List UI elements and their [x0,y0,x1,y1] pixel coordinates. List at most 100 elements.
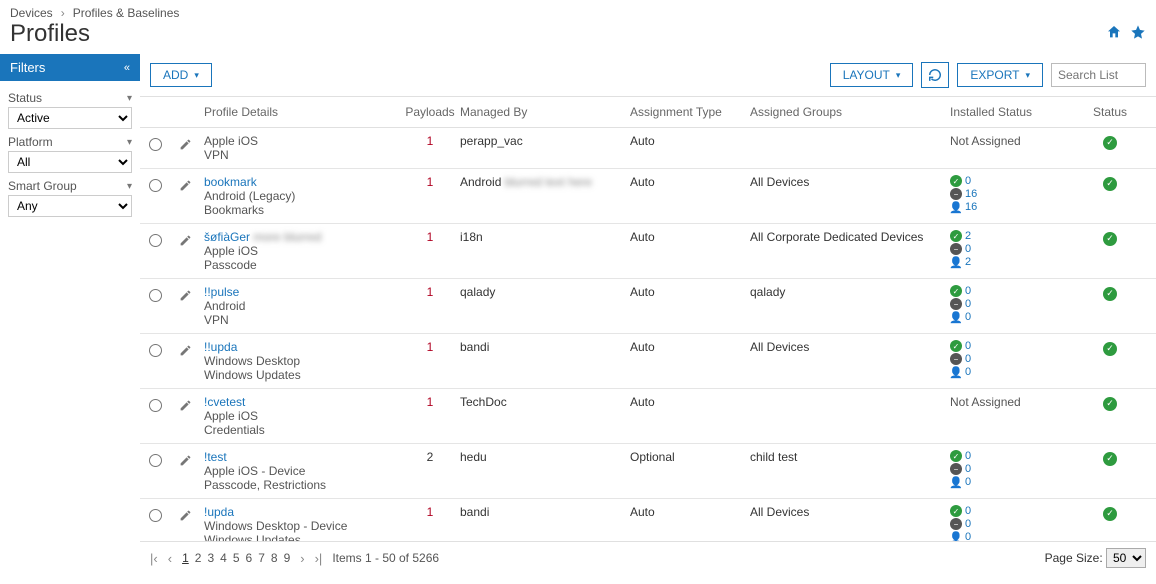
filter-status-label: Status [8,91,42,105]
profile-name-link[interactable]: šøfiàGer [204,230,250,244]
installed-count[interactable]: 0 [965,285,971,297]
profile-type: VPN [204,148,400,162]
row-select-radio[interactable] [149,344,162,357]
col-profile-details[interactable]: Profile Details [200,105,400,119]
edit-icon[interactable] [179,138,192,154]
assigned-count[interactable]: 0 [965,366,971,378]
assigned-groups: All Devices [750,505,950,541]
layout-button[interactable]: LAYOUT ▾ [830,63,914,87]
chevron-down-icon[interactable]: ▾ [127,181,132,192]
managed-by: i18n [460,230,483,244]
profile-type: Bookmarks [204,203,400,217]
breadcrumb-devices[interactable]: Devices [10,6,53,20]
user-icon: 👤 [950,311,962,323]
pager: |‹ ‹ 123456789 › ›| Items 1 - 50 of 5266… [140,541,1156,574]
profile-name-link[interactable]: !test [204,450,227,464]
collapse-icon[interactable]: « [124,62,130,74]
pager-prev[interactable]: ‹ [168,551,172,566]
installed-count[interactable]: 0 [965,175,971,187]
col-payloads[interactable]: Payloads [400,105,460,119]
profile-name-link[interactable]: bookmark [204,175,257,189]
pending-count[interactable]: 0 [965,353,971,365]
add-button[interactable]: ADD ▾ [150,63,212,87]
assigned-count[interactable]: 0 [965,311,971,323]
export-button[interactable]: EXPORT ▾ [957,63,1043,87]
filters-header[interactable]: Filters « [0,54,140,81]
home-icon[interactable] [1106,24,1122,45]
installed-text: Not Assigned [950,395,1021,409]
row-select-radio[interactable] [149,289,162,302]
minus-icon: − [950,518,962,530]
col-assignment-type[interactable]: Assignment Type [630,105,750,119]
managed-by: perapp_vac [460,134,523,148]
installed-count[interactable]: 0 [965,450,971,462]
pager-first[interactable]: |‹ [150,551,158,566]
search-input[interactable] [1051,63,1146,87]
pager-page[interactable]: 7 [258,551,265,565]
check-icon: ✓ [950,450,962,462]
pending-count[interactable]: 0 [965,298,971,310]
row-select-radio[interactable] [149,399,162,412]
chevron-down-icon[interactable]: ▾ [127,137,132,148]
table-row: Apple iOSVPN1perapp_vacAutoNot Assigned✓ [140,128,1156,169]
installed-count[interactable]: 2 [965,230,971,242]
row-select-radio[interactable] [149,138,162,151]
col-installed-status[interactable]: Installed Status [950,105,1080,119]
pager-page[interactable]: 6 [246,551,253,565]
pager-page[interactable]: 2 [195,551,202,565]
row-select-radio[interactable] [149,179,162,192]
check-icon: ✓ [950,285,962,297]
table-header: Profile Details Payloads Managed By Assi… [140,97,1156,128]
chevron-down-icon[interactable]: ▾ [127,93,132,104]
managed-by: TechDoc [460,395,507,409]
chevron-right-icon: › [61,6,65,20]
edit-icon[interactable] [179,399,192,415]
assigned-count[interactable]: 0 [965,476,971,488]
refresh-button[interactable] [921,62,949,88]
row-select-radio[interactable] [149,234,162,247]
edit-icon[interactable] [179,289,192,305]
pager-page[interactable]: 3 [207,551,214,565]
edit-icon[interactable] [179,234,192,250]
installed-count[interactable]: 0 [965,505,971,517]
edit-icon[interactable] [179,509,192,525]
minus-icon: − [950,188,962,200]
installed-count[interactable]: 0 [965,340,971,352]
row-select-radio[interactable] [149,509,162,522]
pending-count[interactable]: 0 [965,518,971,530]
row-select-radio[interactable] [149,454,162,467]
pager-page[interactable]: 5 [233,551,240,565]
pending-count[interactable]: 0 [965,243,971,255]
profile-name-link[interactable]: !upda [204,505,234,519]
page-size-select[interactable]: 50 [1106,548,1146,568]
user-icon: 👤 [950,256,962,268]
filter-platform-select[interactable]: All [8,151,132,173]
pending-count[interactable]: 16 [965,188,977,200]
col-managed-by[interactable]: Managed By [460,105,630,119]
assigned-count[interactable]: 2 [965,256,971,268]
pager-page[interactable]: 4 [220,551,227,565]
pager-page[interactable]: 8 [271,551,278,565]
breadcrumb-profiles-baselines[interactable]: Profiles & Baselines [73,6,180,20]
pending-count[interactable]: 0 [965,463,971,475]
profile-name-link[interactable]: !cvetest [204,395,245,409]
pager-page[interactable]: 1 [182,551,189,565]
edit-icon[interactable] [179,454,192,470]
profile-name-link[interactable]: !!upda [204,340,237,354]
pager-page[interactable]: 9 [284,551,291,565]
col-assigned-groups[interactable]: Assigned Groups [750,105,950,119]
filter-smartgroup-label: Smart Group [8,179,77,193]
profile-name-link[interactable]: !!pulse [204,285,239,299]
star-icon[interactable] [1130,24,1146,45]
edit-icon[interactable] [179,344,192,360]
pager-next[interactable]: › [300,551,304,566]
filter-status-select[interactable]: Active [8,107,132,129]
pager-last[interactable]: ›| [315,551,323,566]
filter-smartgroup-select[interactable]: Any [8,195,132,217]
table-row: !cvetestApple iOSCredentials1TechDocAuto… [140,389,1156,444]
assigned-count[interactable]: 16 [965,201,977,213]
payload-count: 1 [427,340,434,354]
assigned-count[interactable]: 0 [965,531,971,541]
edit-icon[interactable] [179,179,192,195]
col-status[interactable]: Status [1080,105,1140,119]
